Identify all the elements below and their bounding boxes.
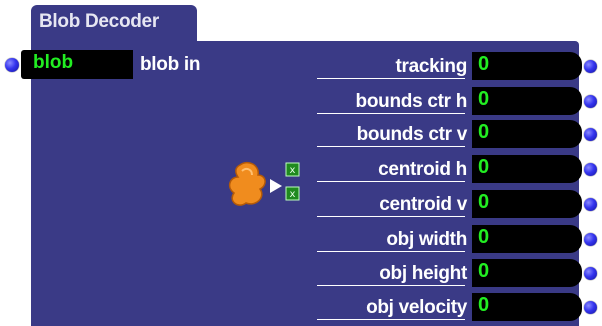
output-value: 0 (478, 88, 490, 110)
output-value-field-centroid-v[interactable]: 0 (472, 190, 582, 218)
output-value-field-centroid-h[interactable]: 0 (472, 155, 582, 183)
output-value-field-bounds-ctr-v[interactable]: 0 (472, 120, 582, 148)
output-label-underline (317, 251, 465, 252)
output-label-tracking: tracking (395, 56, 467, 77)
output-label-underline (317, 181, 465, 182)
blob-input-value: blob (33, 52, 74, 73)
output-value-field-obj-velocity[interactable]: 0 (472, 293, 582, 321)
actor-title-tab[interactable]: Blob Decoder (31, 5, 197, 41)
output-port-dot-tracking[interactable] (584, 60, 597, 73)
output-label-centroid-h: centroid h (378, 159, 467, 180)
output-port-dot-centroid-v[interactable] (584, 198, 597, 211)
output-port-dot-bounds-ctr-v[interactable] (584, 128, 597, 141)
output-label-underline (317, 113, 465, 114)
blob-input-field[interactable]: blob (21, 50, 133, 79)
output-label-obj-velocity: obj velocity (366, 297, 467, 318)
output-value: 0 (478, 53, 490, 75)
output-label-underline (317, 319, 465, 320)
output-value-field-bounds-ctr-h[interactable]: 0 (472, 87, 582, 115)
actor-title: Blob Decoder (39, 11, 159, 32)
output-label-underline (317, 78, 465, 79)
output-label-obj-height: obj height (379, 263, 467, 284)
output-port-dot-bounds-ctr-h[interactable] (584, 95, 597, 108)
output-value-field-obj-height[interactable]: 0 (472, 259, 582, 287)
output-value: 0 (478, 191, 490, 213)
output-label-centroid-v: centroid v (379, 194, 467, 215)
output-label-bounds-ctr-h: bounds ctr h (355, 91, 468, 112)
output-label-underline (317, 146, 465, 147)
output-value: 0 (478, 121, 490, 143)
output-label-underline (317, 216, 465, 217)
output-port-dot-obj-width[interactable] (584, 233, 597, 246)
output-label-obj-width: obj width (386, 229, 467, 250)
output-label-bounds-ctr-v: bounds ctr v (356, 124, 468, 145)
output-value: 0 (478, 260, 490, 282)
output-value-field-tracking[interactable]: 0 (472, 52, 582, 80)
output-label-underline (317, 285, 465, 286)
output-value: 0 (478, 156, 490, 178)
output-port-dot-obj-height[interactable] (584, 267, 597, 280)
inlet-port-dot[interactable] (5, 58, 19, 72)
output-port-dot-obj-velocity[interactable] (584, 301, 597, 314)
output-value: 0 (478, 226, 490, 248)
output-port-dot-centroid-h[interactable] (584, 163, 597, 176)
output-value: 0 (478, 294, 490, 316)
output-value-field-obj-width[interactable]: 0 (472, 225, 582, 253)
